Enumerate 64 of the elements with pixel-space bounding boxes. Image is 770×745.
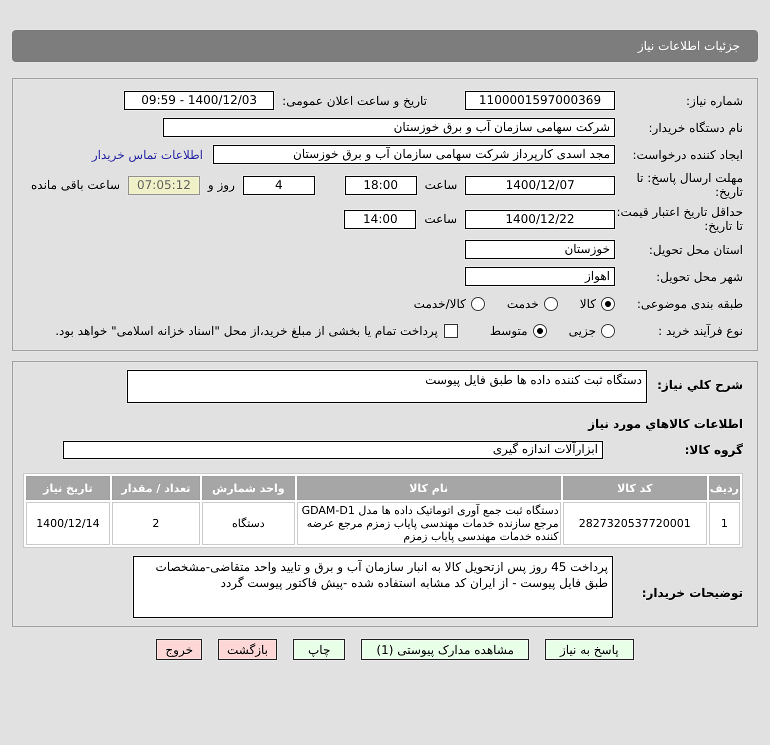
radio-label[interactable]: کالا/خدمت (414, 296, 466, 310)
radio-button[interactable] (601, 296, 615, 310)
column-header: رديف (708, 476, 740, 500)
action-button[interactable]: پاسخ به نیاز (544, 639, 634, 660)
radio-label[interactable]: متوسط (490, 324, 528, 338)
field-label: گروه کالا: (684, 442, 743, 457)
field-label: روز و (208, 178, 235, 192)
notes-field: پرداخت 45 روز پس ازتحویل کالا به انبار سازمان آب و برق و تایید واحد متقاضی-مشخصات طبق فایل پیوست - از ایران کد مشابه استفاده شده -پیش فاکتور پیوست گردد (133, 556, 613, 618)
page-title: جزئیات اطلاعات نیاز (638, 39, 740, 53)
field-label: حداقل تاریخ اعتبار قیمت: تا تاریخ: (615, 205, 743, 233)
table-cell: 2 (112, 502, 200, 545)
field-label: تاریخ و ساعت اعلان عمومی: (282, 94, 427, 108)
table-cell: دستگاه ثبت جمع آوری اتوماتیک داده ها مدل GDAM-D1 مرجع سازنده خدمات مهندسی پایاب زمزم مرجع عرضه کننده خدمات مهندسی پایاب زمزم (296, 502, 561, 545)
section-heading: اطلاعات کالاهاي مورد نياز (586, 417, 743, 431)
value-field: 1100001597000369 (465, 91, 615, 110)
checkbox[interactable] (444, 324, 458, 338)
action-button[interactable]: بازگشت (218, 639, 277, 660)
group-field: ابزارآلات اندازه گیری (63, 441, 603, 459)
value-field: اهواز (465, 267, 615, 286)
radio-label[interactable]: خدمت (506, 296, 539, 310)
field-label: توضیحات خریدار: (640, 585, 743, 600)
field-label: نام دستگاه خریدار: (648, 120, 743, 134)
field-label: شماره نیاز: (685, 94, 743, 108)
table-cell: 2827320537720001 (562, 502, 707, 545)
radio-label[interactable]: کالا (580, 296, 596, 310)
radio-button[interactable] (470, 296, 485, 310)
action-button[interactable]: چاپ (293, 639, 346, 660)
radio-button[interactable] (601, 324, 615, 338)
value-field: 18:00 (344, 176, 417, 194)
radio-button[interactable] (532, 324, 547, 338)
value-field: 4 (242, 176, 315, 194)
countdown-field: 07:05:12 (128, 176, 200, 194)
value-field: 1400/12/07 (465, 176, 615, 194)
column-header: کد کالا (562, 476, 707, 500)
field-label: شهر محل تحویل: (655, 270, 743, 284)
column-header: تاریخ نیاز (26, 476, 110, 500)
field-label: ساعت (424, 212, 457, 226)
contact-link[interactable]: اطلاعات تماس خریدار (92, 148, 203, 162)
column-header: واحد شمارش (202, 476, 295, 500)
field-label: نوع فرآیند خرید : (657, 324, 743, 338)
action-button[interactable]: مشاهده مدارک پیوستی (1) (361, 639, 529, 660)
value-field: 1400/12/03 - 09:59 (124, 91, 274, 110)
field-label: شرح کلي نياز: (656, 377, 743, 392)
radio-button[interactable] (544, 296, 558, 310)
value-field: 1400/12/22 (465, 210, 615, 228)
field-label: مهلت ارسال پاسخ: تا تاریخ: (635, 171, 743, 199)
field-label: طبقه بندی موضوعی: (636, 296, 743, 310)
column-header: نام کالا (296, 476, 561, 500)
field-label: ساعت باقی مانده (30, 178, 120, 192)
value-field: خوزستان (465, 240, 615, 259)
column-header: تعداد / مقدار (112, 476, 200, 500)
value-field: 14:00 (344, 210, 416, 228)
value-field: مجد اسدی کارپرداز شرکت سهامی سازمان آب و برق خوزستان (213, 145, 615, 164)
field-label: ساعت (424, 178, 458, 192)
action-button[interactable]: خروج (156, 639, 202, 660)
summary-field: دستگاه ثبت کننده داده ها طبق فایل پیوست (127, 370, 647, 403)
value-field: شرکت سهامی سازمان آب و برق خوزستان (163, 118, 615, 137)
table-cell: دستگاه (202, 502, 295, 545)
table-cell: 1 (708, 502, 740, 545)
radio-label[interactable]: جزیی (568, 324, 596, 338)
field-label: استان محل تحویل: (648, 242, 743, 256)
field-label: ایجاد کننده درخواست: (631, 148, 743, 162)
field-label: پرداخت تمام یا بخشی از مبلغ خرید،از محل "اسناد خزانه اسلامی" خواهد بود. (55, 324, 438, 338)
table-cell: 1400/12/14 (26, 502, 110, 545)
